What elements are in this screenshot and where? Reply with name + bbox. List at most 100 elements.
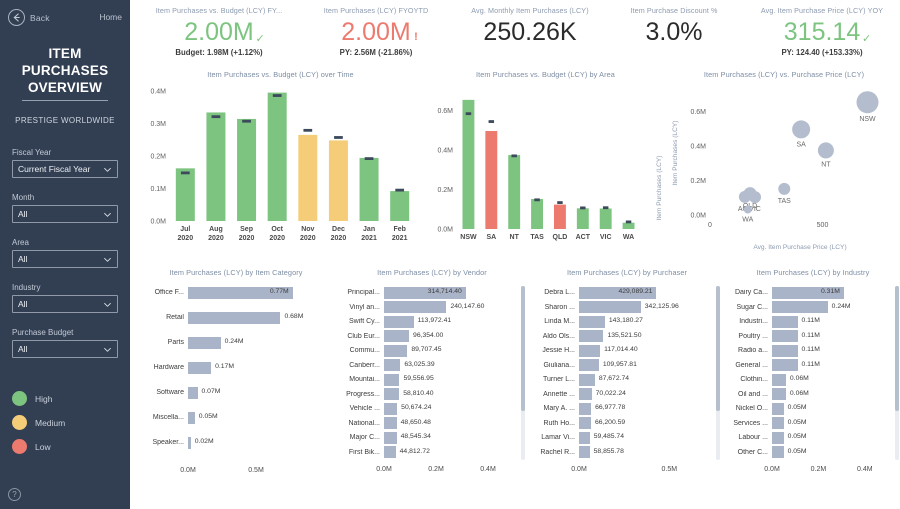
bar-fill[interactable] [384, 301, 447, 313]
kpi-card-4[interactable]: Avg. Item Purchase Price (LCY) YOY 315.14… [744, 6, 900, 64]
bar[interactable] [531, 199, 544, 229]
kpi-card-3[interactable]: Item Purchase Discount % 3.0% [604, 6, 744, 64]
vertical-scrollbar[interactable] [716, 286, 720, 460]
bar-fill[interactable] [579, 315, 605, 328]
bar-fill[interactable] [384, 315, 414, 328]
scrollbar-thumb[interactable] [895, 286, 899, 411]
slicer-dropdown[interactable]: All [12, 205, 118, 223]
bar-row[interactable]: Other C... 0.05M [728, 446, 898, 459]
bar[interactable] [237, 118, 257, 221]
home-button[interactable]: Home [99, 12, 122, 22]
legend-item-high[interactable]: High [12, 391, 52, 406]
chart-purchases-vs-price[interactable]: Item Purchases (LCY) vs. Purchase Price … [668, 70, 900, 255]
bar-row[interactable]: Oil and ... 0.06M [728, 388, 898, 401]
bar-row[interactable]: Sugar C... 0.24M [728, 301, 898, 314]
bar-row[interactable]: Parts 0.24M [144, 336, 328, 349]
bar-fill[interactable] [579, 446, 590, 458]
bar-row[interactable]: Canberr... 63,025.39 [338, 359, 524, 372]
bar-row[interactable]: Commu... 89,707.45 [338, 344, 524, 357]
bar-fill[interactable] [384, 417, 397, 429]
scatter-point[interactable] [856, 91, 879, 114]
bar-row[interactable]: Club Eur... 96,354.00 [338, 330, 524, 343]
bar-row[interactable]: Turner L... 87,672.74 [533, 373, 719, 386]
bar-fill[interactable] [579, 388, 592, 400]
help-icon[interactable]: ? [8, 488, 21, 501]
slicer-purchase-budget[interactable]: Purchase Budget All [12, 328, 118, 358]
bar-fill[interactable] [579, 330, 604, 342]
slicer-dropdown[interactable]: All [12, 295, 118, 313]
bar-row[interactable]: Debra L... 429,089.21 [533, 286, 719, 299]
slicer-dropdown[interactable]: All [12, 250, 118, 268]
bar-row[interactable]: Swift Cy... 113,972.41 [338, 315, 524, 328]
scatter-point[interactable] [817, 142, 834, 159]
legend-item-medium[interactable]: Medium [12, 415, 65, 430]
bar-row[interactable]: Office F... 0.77M [144, 286, 328, 299]
chart-purchases-by-item-category[interactable]: Item Purchases (LCY) by Item Category Of… [138, 268, 334, 506]
kpi-card-1[interactable]: Item Purchases (LCY) FYOYTD 2.00M! PY: 2.5… [296, 6, 456, 64]
slicer-dropdown[interactable]: Current Fiscal Year [12, 160, 118, 178]
bar[interactable] [485, 131, 498, 229]
back-button[interactable]: Back [8, 9, 50, 26]
bar-row[interactable]: General ... 0.11M [728, 359, 898, 372]
bar-row[interactable]: Ruth Ho... 66,200.59 [533, 417, 719, 430]
kpi-card-0[interactable]: Item Purchases vs. Budget (LCY) FY... 2.0… [135, 6, 303, 64]
bar-row[interactable]: Hardware 0.17M [144, 361, 328, 374]
bar-row[interactable]: Vehicle ... 50,674.24 [338, 402, 524, 415]
bar-fill[interactable] [579, 402, 592, 415]
bar-fill[interactable] [384, 344, 408, 357]
bar-fill[interactable] [188, 411, 195, 424]
bar-fill[interactable] [188, 386, 198, 399]
bar-fill[interactable] [579, 344, 601, 357]
chart-purchases-by-purchaser[interactable]: Item Purchases (LCY) by Purchaser Debra … [531, 268, 723, 506]
bar-fill[interactable] [772, 446, 784, 458]
scatter-point[interactable] [792, 120, 811, 139]
bar-fill[interactable] [772, 388, 786, 400]
bar-row[interactable]: Jessie H... 117,014.40 [533, 344, 719, 357]
slicer-fiscal-year[interactable]: Fiscal Year Current Fiscal Year [12, 148, 118, 178]
bar-row[interactable]: National... 48,650.48 [338, 417, 524, 430]
bar[interactable] [462, 99, 475, 229]
slicer-industry[interactable]: Industry All [12, 283, 118, 313]
bar-fill[interactable] [772, 431, 784, 444]
bar-fill[interactable] [384, 431, 397, 444]
bar-fill[interactable] [772, 359, 798, 371]
bar-row[interactable]: First Bik... 44,812.72 [338, 446, 524, 459]
bar-row[interactable]: Dairy Ca... 0.31M [728, 286, 898, 299]
bar-row[interactable]: Rachel R... 58,855.78 [533, 446, 719, 459]
vertical-scrollbar[interactable] [895, 286, 899, 460]
bar-row[interactable]: Giuliana... 109,957.81 [533, 359, 719, 372]
bar-fill[interactable] [384, 402, 398, 415]
bar-row[interactable]: Clothin... 0.06M [728, 373, 898, 386]
bar-row[interactable]: Miscella... 0.05M [144, 411, 328, 424]
scatter-point[interactable] [743, 187, 757, 201]
bar[interactable] [576, 208, 589, 229]
bar-fill[interactable] [772, 373, 786, 386]
bar[interactable] [267, 92, 287, 221]
chart-purchases-over-time[interactable]: Item Purchases vs. Budget (LCY) over Tim… [138, 70, 423, 255]
bar[interactable] [599, 208, 612, 229]
bar-row[interactable]: Vinyl an... 240,147.60 [338, 301, 524, 314]
bar-fill[interactable] [188, 361, 212, 374]
bar-row[interactable]: Labour ... 0.05M [728, 431, 898, 444]
bar-row[interactable]: Software 0.07M [144, 386, 328, 399]
chart-purchases-by-industry[interactable]: Item Purchases (LCY) by Industry Dairy C… [726, 268, 900, 506]
bar-fill[interactable] [579, 359, 599, 371]
bar-fill[interactable] [384, 330, 410, 342]
scatter-point[interactable] [778, 182, 791, 195]
bar-row[interactable]: Sharon ... 342,125.96 [533, 301, 719, 314]
bar[interactable] [175, 168, 195, 221]
bar-fill[interactable] [384, 388, 400, 400]
bar-row[interactable]: Progress... 58,810.40 [338, 388, 524, 401]
bar-fill[interactable] [772, 315, 798, 328]
slicer-dropdown[interactable]: All [12, 340, 118, 358]
chart-purchases-by-vendor[interactable]: Item Purchases (LCY) by Vendor Principal… [336, 268, 528, 506]
bar-fill[interactable] [772, 330, 798, 342]
bar-fill[interactable] [772, 417, 784, 429]
bar-row[interactable]: Services ... 0.05M [728, 417, 898, 430]
bar-row[interactable]: Principal... 314,714.40 [338, 286, 524, 299]
bar-fill[interactable] [579, 373, 595, 386]
bar[interactable] [508, 155, 521, 229]
bar-row[interactable]: Industri... 0.11M [728, 315, 898, 328]
legend-item-low[interactable]: Low [12, 439, 51, 454]
bar-fill[interactable] [384, 446, 396, 458]
